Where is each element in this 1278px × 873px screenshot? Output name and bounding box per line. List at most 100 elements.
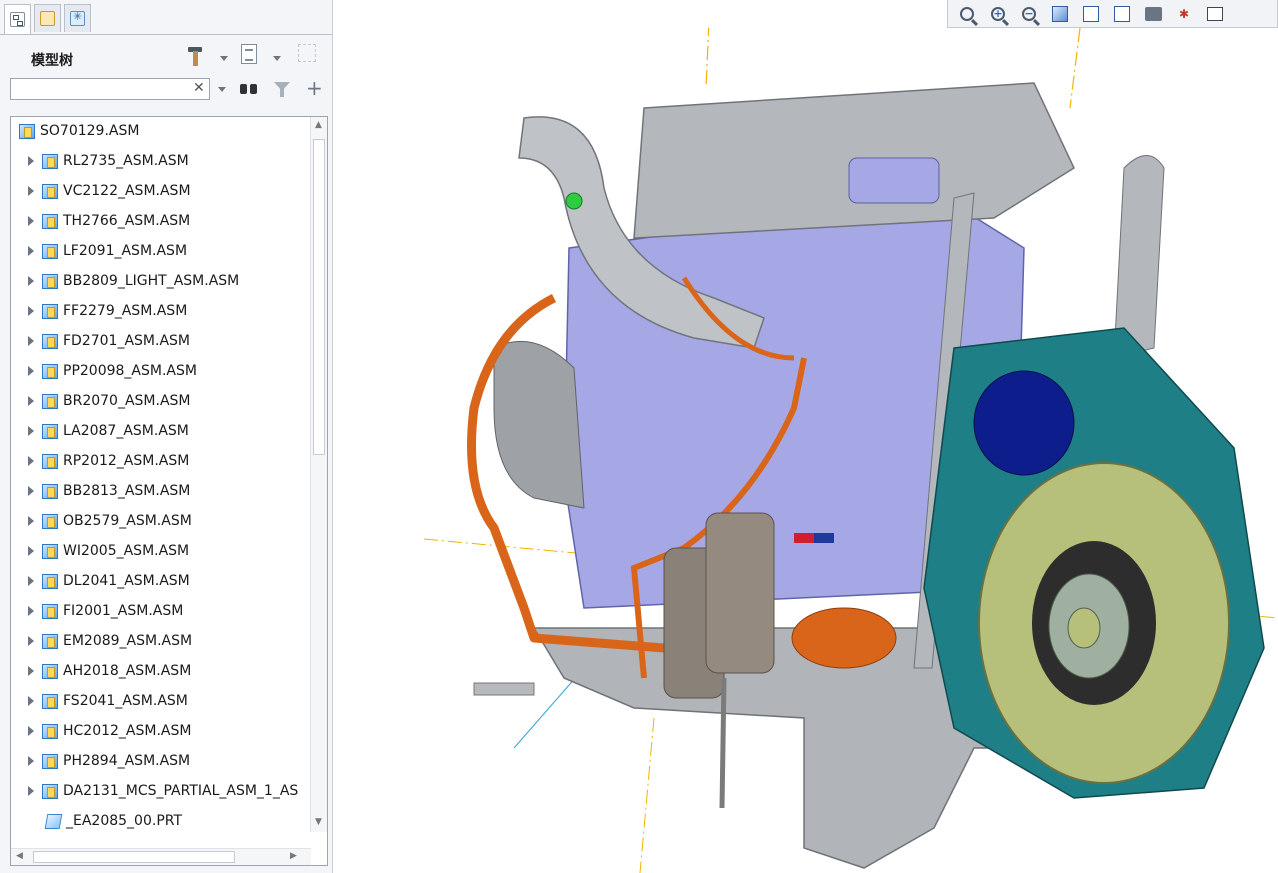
graphics-viewport[interactable] [334, 28, 1278, 873]
tree-horizontal-scrollbar[interactable]: ◀ ▶ [11, 848, 311, 865]
layers-icon [40, 11, 55, 26]
tree-item[interactable]: PP20098_ASM.ASM [11, 359, 311, 383]
expand-arrow-icon[interactable] [28, 306, 34, 316]
assembly-icon [42, 603, 58, 619]
tree-item[interactable]: EM2089_ASM.ASM [11, 629, 311, 653]
show-dropdown-arrow-icon[interactable] [273, 56, 281, 61]
spin-center-button[interactable] [1204, 3, 1226, 25]
tree-item-label: BB2809_LIGHT_ASM.ASM [63, 273, 240, 289]
expand-arrow-icon[interactable] [28, 666, 34, 676]
expand-arrow-icon[interactable] [28, 186, 34, 196]
add-icon[interactable]: + [306, 76, 323, 100]
zoom-out-button[interactable]: − [1018, 3, 1040, 25]
scroll-left-icon[interactable]: ◀ [16, 851, 23, 861]
tab-layers[interactable] [34, 4, 61, 32]
assembly-icon [42, 543, 58, 559]
tree-item[interactable]: FD2701_ASM.ASM [11, 329, 311, 353]
tree-item[interactable]: BB2813_ASM.ASM [11, 479, 311, 503]
expand-arrow-icon[interactable] [28, 546, 34, 556]
blue-cover-plate[interactable] [848, 157, 940, 204]
tree-item[interactable]: DL2041_ASM.ASM [11, 569, 311, 593]
tree-item[interactable]: FI2001_ASM.ASM [11, 599, 311, 623]
search-row: ✕ + [10, 76, 328, 102]
display-style-button[interactable] [1080, 3, 1102, 25]
tree-item[interactable]: HC2012_ASM.ASM [11, 719, 311, 743]
expand-arrow-icon[interactable] [28, 726, 34, 736]
tab-model-tree[interactable] [4, 4, 31, 34]
expand-arrow-icon[interactable] [28, 456, 34, 466]
blue-sensor [814, 533, 834, 543]
saved-views-button[interactable] [1111, 3, 1133, 25]
scroll-right-icon[interactable]: ▶ [290, 851, 297, 861]
expand-arrow-icon[interactable] [28, 786, 34, 796]
settings-hammer-icon[interactable] [186, 44, 206, 68]
repaint-button[interactable] [1049, 3, 1071, 25]
timing-cover[interactable] [493, 340, 585, 509]
expand-arrow-icon[interactable] [28, 366, 34, 376]
expand-arrow-icon[interactable] [28, 156, 34, 166]
tree-filter-list-icon[interactable] [241, 44, 257, 64]
expand-arrow-icon[interactable] [28, 516, 34, 526]
filter-icon[interactable] [274, 82, 290, 97]
assembly-icon [42, 753, 58, 769]
tree-item[interactable]: WI2005_ASM.ASM [11, 539, 311, 563]
model-tree-panel: 模型树 ✕ + SO70129.ASM RL2735_ASM.ASM VC2122_… [0, 0, 333, 873]
expand-arrow-icon[interactable] [28, 696, 34, 706]
tree-item[interactable]: TH2766_ASM.ASM [11, 209, 311, 233]
scroll-down-icon[interactable]: ▼ [315, 817, 322, 827]
expand-arrow-icon[interactable] [28, 486, 34, 496]
view-manager-button[interactable] [1142, 3, 1164, 25]
tree-item-label: LF2091_ASM.ASM [63, 243, 188, 259]
find-binoculars-icon[interactable] [240, 80, 258, 96]
tree-item[interactable]: AH2018_ASM.ASM [11, 659, 311, 683]
tree-item[interactable]: BB2809_LIGHT_ASM.ASM [11, 269, 311, 293]
tree-item[interactable]: BR2070_ASM.ASM [11, 389, 311, 413]
zoom-in-icon: + [991, 6, 1005, 21]
expand-arrow-icon[interactable] [28, 756, 34, 766]
tab-favorites[interactable] [64, 4, 91, 32]
grid-columns-icon[interactable] [298, 44, 316, 62]
zoom-in-button[interactable]: + [987, 3, 1009, 25]
tree-item[interactable]: RP2012_ASM.ASM [11, 449, 311, 473]
settings-dropdown-arrow-icon[interactable] [220, 56, 228, 61]
scroll-thumb[interactable] [313, 139, 325, 455]
tree-item[interactable]: PH2894_ASM.ASM [11, 749, 311, 773]
tree-root[interactable]: SO70129.ASM [11, 119, 311, 143]
tree-item[interactable]: FF2279_ASM.ASM [11, 299, 311, 323]
expand-arrow-icon[interactable] [28, 336, 34, 346]
zoom-out-icon: − [1022, 6, 1036, 21]
tree-item[interactable]: LA2087_ASM.ASM [11, 419, 311, 443]
tree-item[interactable]: DA2131_MCS_PARTIAL_ASM_1_AS [11, 779, 311, 803]
tree-item[interactable]: OB2579_ASM.ASM [11, 509, 311, 533]
expand-arrow-icon[interactable] [28, 426, 34, 436]
h-scroll-thumb[interactable] [33, 851, 235, 863]
assembly-icon [42, 303, 58, 319]
expand-arrow-icon[interactable] [28, 576, 34, 586]
scroll-up-icon[interactable]: ▲ [315, 120, 322, 130]
model-tree: SO70129.ASM RL2735_ASM.ASM VC2122_ASM.ASM T… [10, 116, 328, 866]
assembly-icon [42, 393, 58, 409]
tree-item[interactable]: RL2735_ASM.ASM [11, 149, 311, 173]
search-input[interactable] [10, 78, 210, 100]
tree-item[interactable]: VC2122_ASM.ASM [11, 179, 311, 203]
refit-button[interactable] [956, 3, 978, 25]
expand-arrow-icon[interactable] [28, 396, 34, 406]
engine-model[interactable] [334, 28, 1278, 873]
tree-item-label: HC2012_ASM.ASM [63, 723, 192, 739]
tree-item[interactable]: FS2041_ASM.ASM [11, 689, 311, 713]
expand-arrow-icon[interactable] [28, 246, 34, 256]
expand-arrow-icon[interactable] [28, 636, 34, 646]
assembly-icon [42, 423, 58, 439]
expand-arrow-icon[interactable] [28, 276, 34, 286]
search-dropdown-arrow-icon[interactable] [218, 87, 226, 92]
expand-arrow-icon[interactable] [28, 216, 34, 226]
expand-arrow-icon[interactable] [28, 606, 34, 616]
datum-display-button[interactable]: ✱ [1173, 3, 1195, 25]
fuel-filter-right[interactable] [705, 512, 775, 674]
clear-icon[interactable]: ✕ [193, 80, 205, 96]
starter-motor[interactable] [791, 607, 897, 669]
tree-part-item[interactable]: _EA2085_00.PRT [11, 809, 311, 833]
tree-vertical-scrollbar[interactable]: ▲ ▼ [310, 117, 327, 832]
tree-item-label: RP2012_ASM.ASM [63, 453, 190, 469]
tree-item[interactable]: LF2091_ASM.ASM [11, 239, 311, 263]
